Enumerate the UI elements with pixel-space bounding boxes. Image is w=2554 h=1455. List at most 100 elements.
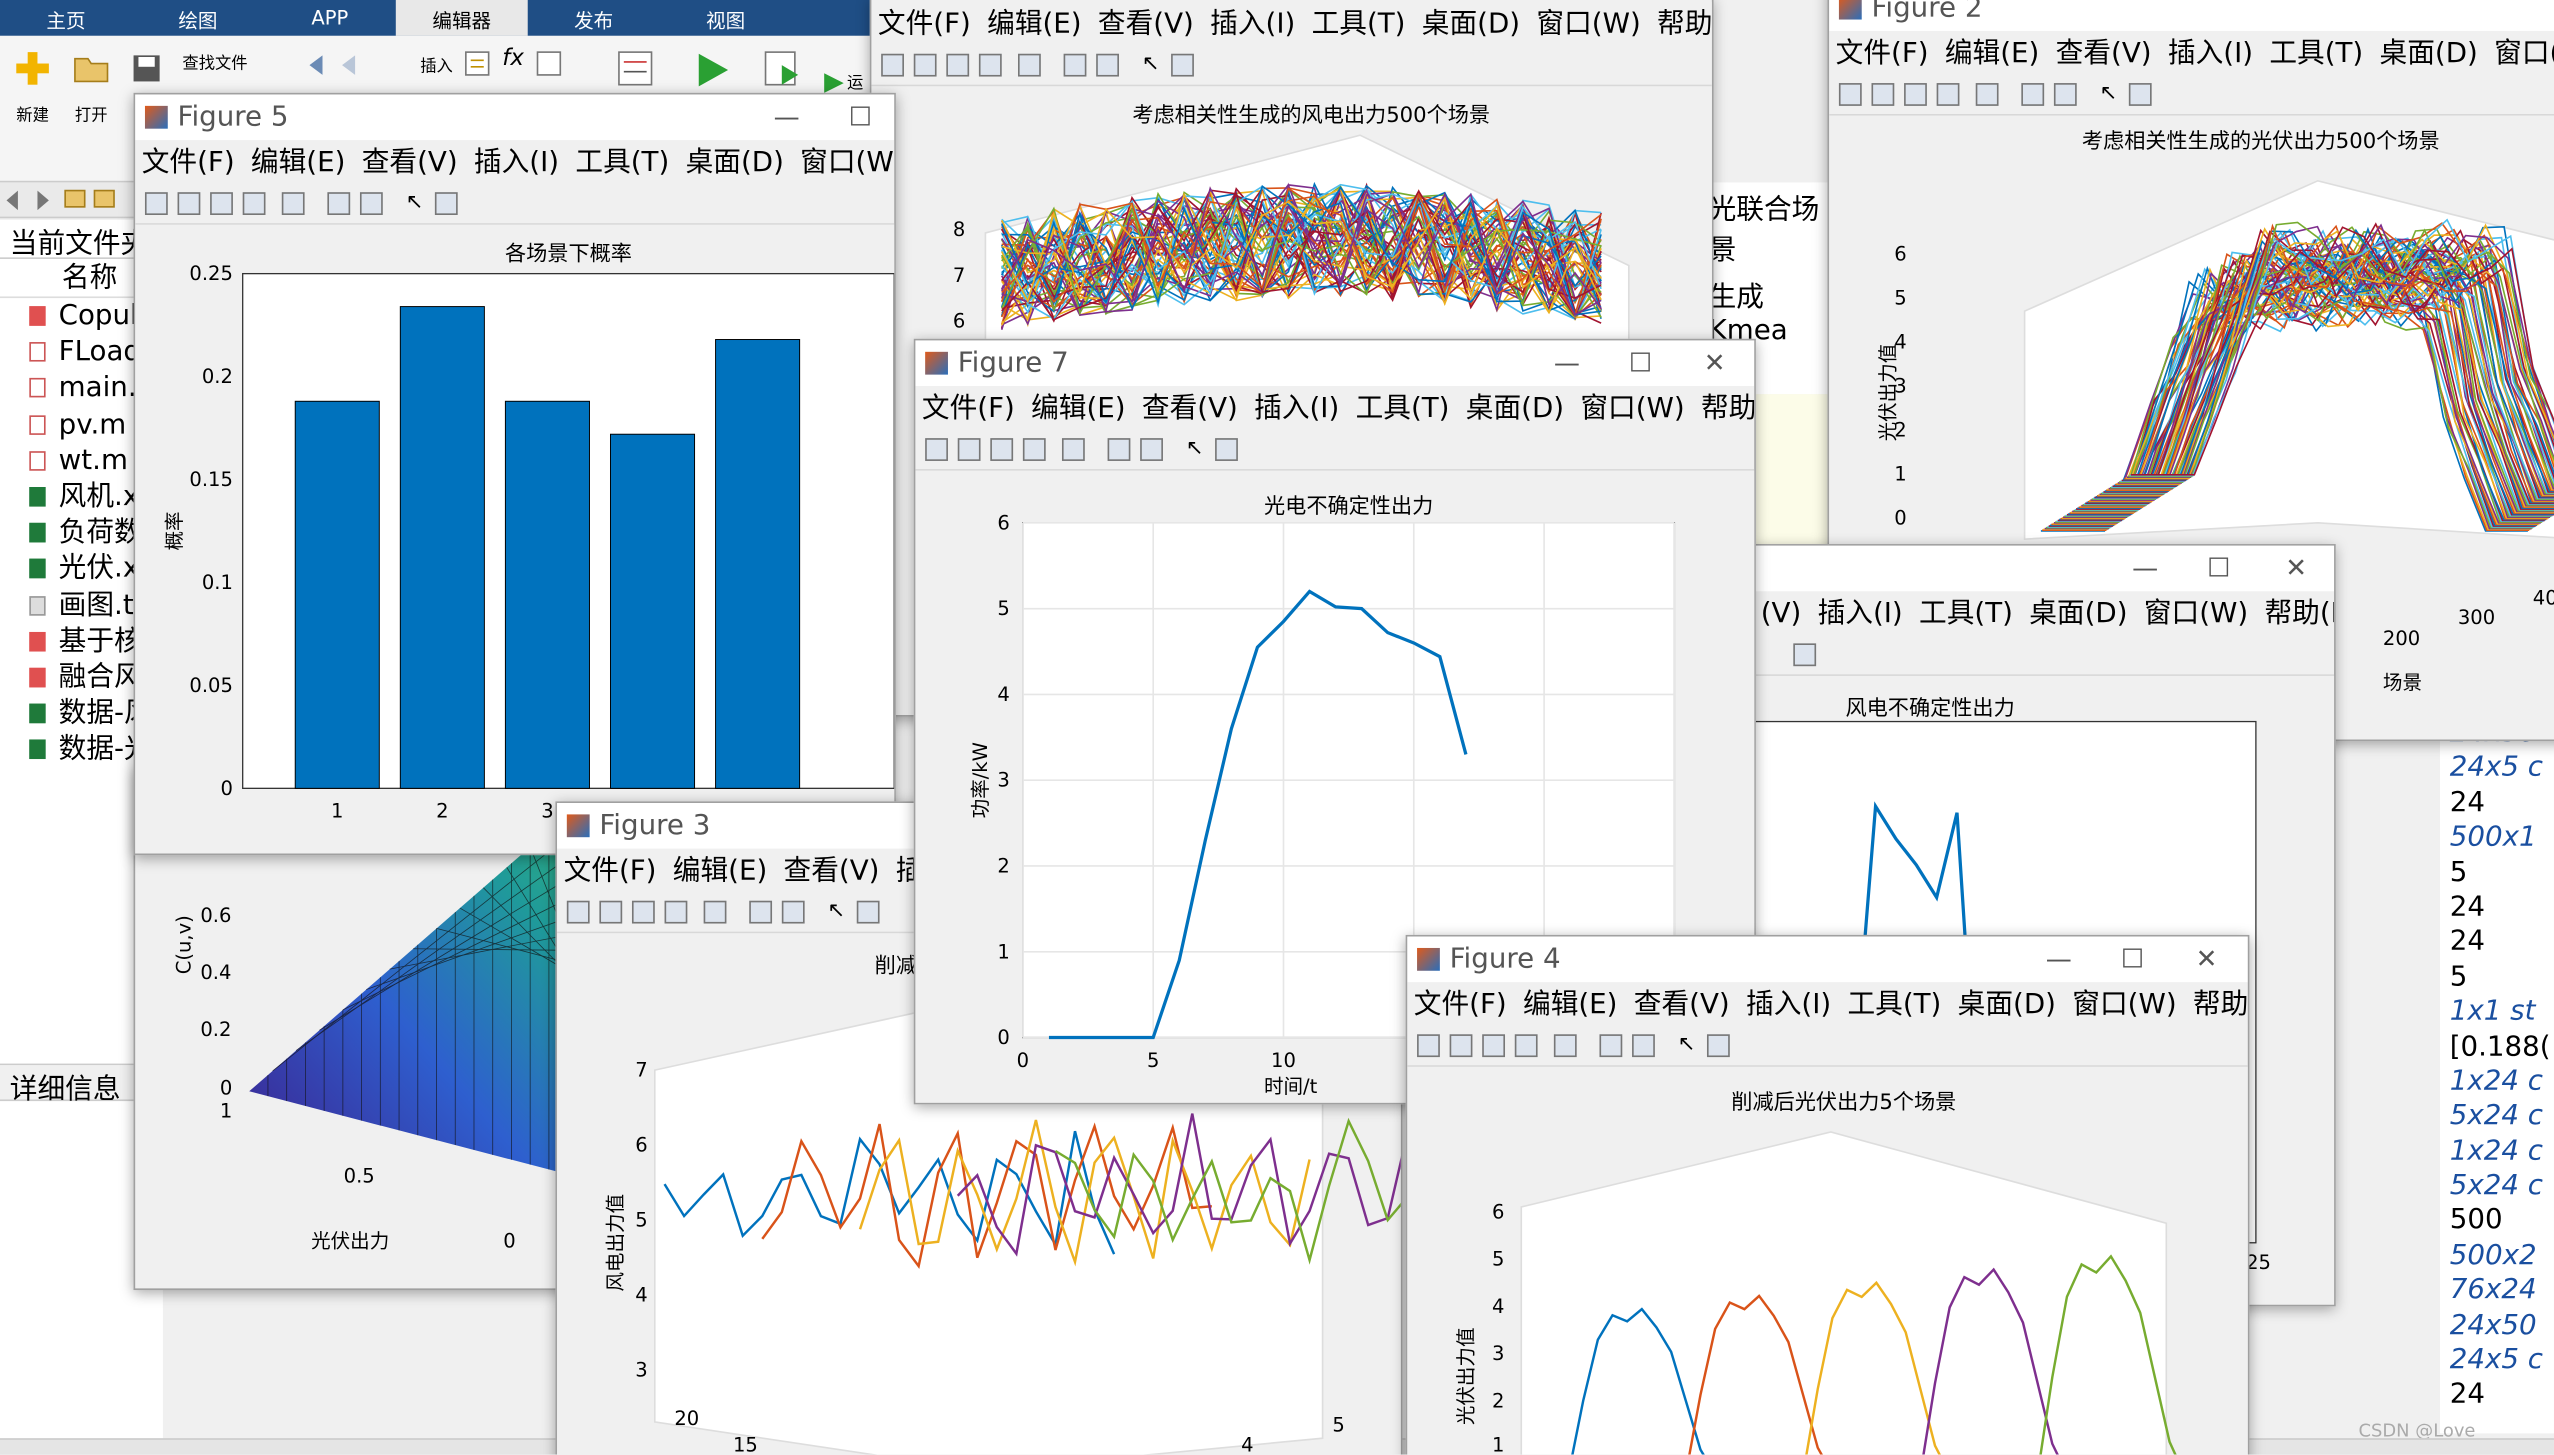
close-icon[interactable]: ✕ [1704, 340, 1726, 386]
minimize-icon[interactable]: — [2046, 937, 2072, 983]
print-icon[interactable] [1936, 83, 1960, 106]
save-icon[interactable] [1904, 83, 1927, 106]
menu-insert[interactable]: 插入(I) [1818, 598, 1903, 631]
menu-view[interactable]: 查看(V) [2056, 37, 2152, 70]
tab-home[interactable]: 主页 [0, 0, 132, 36]
menu-desktop[interactable]: 桌面(D) [2029, 598, 2127, 631]
print-icon[interactable] [1514, 1034, 1538, 1058]
figure-title-bar[interactable]: Figure 7 — ☐ ✕ [915, 340, 1755, 387]
menu-edit[interactable]: 编辑(E) [1523, 989, 1617, 1022]
fx-icon[interactable]: fx [498, 46, 527, 72]
workspace-value[interactable]: 1x1 st [2440, 995, 2554, 1030]
new-figure-icon[interactable] [881, 53, 904, 77]
print-icon[interactable] [978, 53, 1002, 77]
colorbar-icon[interactable] [1063, 53, 1087, 77]
run-and-advance-icon[interactable] [762, 49, 804, 91]
open-file-icon[interactable] [1871, 83, 1895, 106]
menu-desktop[interactable]: 桌面(D) [1466, 393, 1564, 426]
pointer-icon[interactable]: ↖ [1186, 437, 1209, 461]
menu-desktop[interactable]: 桌面(D) [1422, 8, 1520, 41]
menu-edit[interactable]: 编辑(E) [987, 8, 1081, 41]
colorbar-icon[interactable] [1107, 438, 1131, 461]
new-button-label[interactable]: 新建 [7, 101, 59, 126]
menu-file[interactable]: 文件(F) [142, 147, 235, 180]
menu-edit[interactable]: 编辑(E) [1945, 37, 2039, 70]
menu-window[interactable]: 窗口(W) [2072, 989, 2176, 1022]
maximize-icon[interactable]: ☐ [849, 94, 872, 140]
workspace-value[interactable]: 24 [2440, 786, 2554, 821]
new-figure-icon[interactable] [1838, 83, 1862, 106]
colorbar-icon[interactable] [749, 900, 773, 924]
menu-file[interactable]: 文件(F) [922, 393, 1015, 426]
save-icon[interactable] [990, 438, 1014, 461]
print-icon[interactable] [1022, 438, 1046, 461]
save-icon[interactable] [1482, 1034, 1506, 1058]
menu-tools[interactable]: 工具(T) [1847, 989, 1941, 1022]
property-editor-icon[interactable] [1215, 438, 1238, 461]
menu-edit[interactable]: 编辑(E) [673, 855, 767, 888]
workspace-value[interactable]: 5 [2440, 961, 2554, 996]
workspace-value[interactable]: 5 [2440, 856, 2554, 891]
property-editor-icon[interactable] [1171, 53, 1194, 77]
menu-file[interactable]: 文件(F) [1414, 989, 1507, 1022]
menu-edit[interactable]: 编辑(E) [1031, 393, 1125, 426]
property-editor-icon[interactable] [856, 900, 880, 924]
minimize-icon[interactable]: — [1554, 340, 1580, 386]
new-figure-icon[interactable] [925, 438, 948, 461]
menu-file[interactable]: 文件(F) [1836, 37, 1929, 70]
menu-help[interactable]: 帮助(H) [2193, 989, 2248, 1022]
menu-window[interactable]: 窗口(W) [800, 147, 894, 180]
workspace-value[interactable]: 500x1 [2440, 821, 2554, 856]
menu-window[interactable]: 窗口(W) [1536, 8, 1640, 41]
print-icon[interactable] [242, 192, 266, 216]
pointer-icon[interactable]: ↖ [827, 900, 850, 924]
menu-view[interactable]: 查看(V) [1098, 8, 1194, 41]
workspace-value[interactable]: 76x24 [2440, 1274, 2554, 1309]
close-icon[interactable]: ✕ [2196, 937, 2218, 983]
save-icon[interactable] [946, 53, 970, 77]
maximize-icon[interactable]: ☐ [1629, 340, 1652, 386]
menu-view[interactable]: 查看(V) [362, 147, 458, 180]
menu-desktop[interactable]: 桌面(D) [2380, 37, 2478, 70]
menu-view[interactable]: 查看(V) [784, 855, 880, 888]
figure-title-bar[interactable]: Figure 2 [1829, 0, 2554, 31]
save-icon[interactable] [210, 192, 233, 216]
legend-icon[interactable] [1096, 53, 1119, 77]
pointer-icon[interactable]: ↖ [2100, 82, 2123, 106]
tab-plots[interactable]: 绘图 [132, 0, 264, 36]
tab-view[interactable]: 视图 [660, 0, 792, 36]
legend-icon[interactable] [781, 900, 805, 924]
menu-edit[interactable]: 编辑(E) [251, 147, 345, 180]
menu-desktop[interactable]: 桌面(D) [686, 147, 784, 180]
tab-publish[interactable]: 发布 [528, 0, 660, 36]
workspace-value[interactable]: [0.188( [2440, 1030, 2554, 1065]
legend-icon[interactable] [1632, 1034, 1655, 1058]
tab-editor[interactable]: 编辑器 [395, 0, 528, 36]
menu-help[interactable]: 帮助(H) [1657, 8, 1712, 41]
new-figure-icon[interactable] [566, 900, 590, 924]
colorbar-icon[interactable] [1599, 1034, 1623, 1058]
pointer-icon[interactable] [1764, 643, 1787, 666]
link-icon[interactable] [281, 192, 305, 216]
tab-apps[interactable]: APP [264, 0, 396, 36]
menu-help[interactable]: 帮助(H) [2264, 598, 2334, 631]
menu-tools[interactable]: 工具(T) [1919, 598, 2013, 631]
menu-insert[interactable]: 插入(I) [1210, 8, 1295, 41]
minimize-icon[interactable]: — [774, 94, 800, 140]
menu-view[interactable]: 查看(V) [1142, 393, 1238, 426]
open-file-icon[interactable] [957, 438, 981, 461]
menu-insert[interactable]: 插入(I) [1746, 989, 1831, 1022]
new-figure-icon[interactable] [1417, 1034, 1440, 1058]
link-icon[interactable] [1061, 438, 1085, 461]
legend-icon[interactable] [359, 192, 383, 216]
figure-title-bar[interactable]: — ☐ ✕ [1754, 545, 2335, 592]
find-files-button[interactable]: 查找文件 [182, 49, 283, 73]
pointer-icon[interactable]: ↖ [406, 191, 429, 215]
figure-title-bar[interactable]: Figure 4 — ☐ ✕ [1407, 936, 2248, 983]
property-editor-icon[interactable] [1706, 1034, 1730, 1058]
insert-button[interactable]: 插入 [417, 52, 456, 77]
link-icon[interactable] [1018, 53, 1041, 77]
workspace-value[interactable]: 5x24 c [2440, 1170, 2554, 1205]
colorbar-icon[interactable] [327, 192, 351, 216]
colorbar-icon[interactable] [2021, 83, 2045, 106]
